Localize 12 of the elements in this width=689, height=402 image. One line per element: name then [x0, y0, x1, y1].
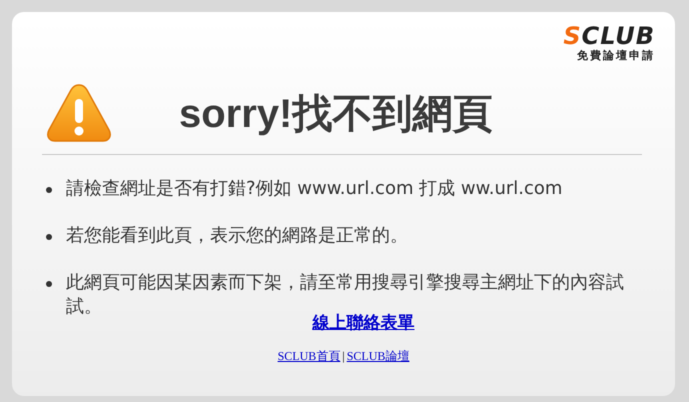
footer-link[interactable]: SCLUB首頁 [278, 349, 340, 363]
tip-text: 請檢查網址是否有打錯?例如 www.url.com 打成 ww.url.com [66, 177, 562, 201]
bullet-icon [46, 281, 52, 287]
footer-separator: | [342, 349, 345, 363]
warning-icon [45, 82, 113, 144]
page-title: sorry!找不到網頁 [179, 90, 492, 138]
footer-link[interactable]: SCLUB論壇 [346, 349, 410, 363]
logo-tagline: 免費論壇申請 [577, 48, 655, 63]
logo-text: SCLUB [563, 24, 655, 48]
bullet-icon [46, 234, 52, 240]
tip-text: 若您能看到此頁，表示您的網路是正常的。 [66, 224, 408, 248]
bullet-icon [46, 187, 52, 193]
